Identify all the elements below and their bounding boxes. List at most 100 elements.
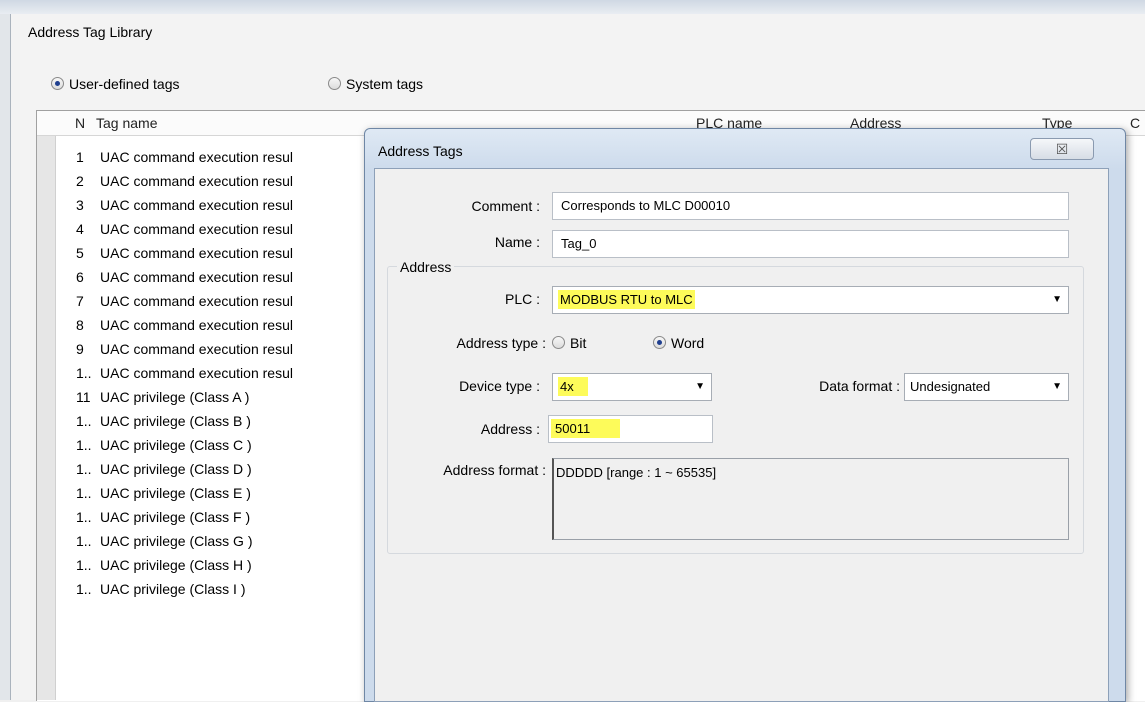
column-n[interactable]: N: [75, 115, 85, 131]
column-tag-name[interactable]: Tag name: [96, 115, 157, 131]
device-type-select[interactable]: 4x ▼: [552, 373, 712, 401]
row-number: 2: [76, 173, 84, 189]
address-type-word-radio[interactable]: Word: [653, 335, 704, 351]
chevron-down-icon: ▼: [695, 381, 705, 392]
system-tags-label: System tags: [346, 76, 424, 92]
table-row[interactable]: 1.. UAC privilege (Class I ): [55, 578, 375, 602]
row-number: 3: [76, 197, 84, 213]
plc-select[interactable]: MODBUS RTU to MLC ▼: [552, 286, 1069, 314]
row-number: 1..: [76, 557, 92, 573]
address-field[interactable]: 50011: [548, 415, 713, 443]
row-tag-name: UAC command execution resul: [100, 149, 293, 165]
chevron-down-icon: ▼: [1052, 294, 1062, 305]
row-number: 1..: [76, 437, 92, 453]
name-value: Tag_0: [561, 236, 597, 251]
close-icon: ☒: [1055, 141, 1069, 157]
window-title: Address Tag Library: [28, 24, 153, 40]
table-row[interactable]: 1 UAC command execution resul: [55, 146, 375, 170]
row-tag-name: UAC command execution resul: [100, 221, 293, 237]
device-type-label: Device type :: [459, 378, 540, 394]
address-value: 50011: [551, 419, 621, 438]
row-number: 1..: [76, 461, 92, 477]
word-label: Word: [671, 335, 705, 351]
row-number: 11: [76, 389, 91, 405]
data-format-value: Undesignated: [910, 379, 991, 394]
radio-selected-icon: [653, 336, 666, 349]
row-tag-name: UAC privilege (Class H ): [100, 557, 252, 573]
address-format-value: DDDDD [range : 1 ~ 65535]: [556, 465, 717, 480]
data-format-select[interactable]: Undesignated ▼: [904, 373, 1069, 401]
table-row[interactable]: 3 UAC command execution resul: [55, 194, 375, 218]
address-group-label: Address: [397, 259, 455, 275]
row-number: 9: [76, 341, 84, 357]
table-row[interactable]: 11 UAC privilege (Class A ): [55, 386, 375, 410]
row-number: 8: [76, 317, 84, 333]
close-button[interactable]: ☒: [1030, 138, 1094, 160]
table-row[interactable]: 1.. UAC privilege (Class C ): [55, 434, 375, 458]
table-row[interactable]: 8 UAC command execution resul: [55, 314, 375, 338]
table-row[interactable]: 1.. UAC privilege (Class D ): [55, 458, 375, 482]
address-label: Address :: [480, 421, 540, 437]
dialog-title: Address Tags: [378, 143, 463, 159]
row-tag-name: UAC command execution resul: [100, 317, 293, 333]
radio-unselected-icon: [328, 77, 341, 90]
chevron-down-icon: ▼: [1052, 381, 1062, 392]
row-tag-name: UAC privilege (Class C ): [100, 437, 252, 453]
table-row[interactable]: 1.. UAC privilege (Class B ): [55, 410, 375, 434]
row-number: 6: [76, 269, 84, 285]
user-defined-tags-radio[interactable]: User-defined tags: [51, 76, 180, 92]
table-row[interactable]: 1.. UAC privilege (Class H ): [55, 554, 375, 578]
row-tag-name: UAC privilege (Class F ): [100, 509, 251, 525]
row-tag-name: UAC command execution resul: [100, 245, 293, 261]
row-number: 7: [76, 293, 84, 309]
radio-selected-icon: [51, 77, 64, 90]
plc-value: MODBUS RTU to MLC: [558, 290, 695, 309]
system-tags-radio[interactable]: System tags: [328, 76, 423, 92]
row-tag-name: UAC command execution resul: [100, 269, 293, 285]
radio-unselected-icon: [552, 336, 565, 349]
table-row[interactable]: 1.. UAC privilege (Class G ): [55, 530, 375, 554]
plc-label: PLC :: [504, 291, 540, 307]
table-row[interactable]: 1.. UAC privilege (Class E ): [55, 482, 375, 506]
table-row[interactable]: 7 UAC command execution resul: [55, 290, 375, 314]
row-tag-name: UAC command execution resul: [100, 293, 293, 309]
row-tag-name: UAC privilege (Class G ): [100, 533, 253, 549]
address-format-label: Address format :: [443, 462, 546, 478]
row-tag-name: UAC privilege (Class E ): [100, 485, 251, 501]
row-number: 1..: [76, 413, 92, 429]
table-row[interactable]: 9 UAC command execution resul: [55, 338, 375, 362]
user-defined-tags-label: User-defined tags: [69, 76, 180, 92]
column-c[interactable]: C: [1130, 115, 1140, 131]
table-row[interactable]: 4 UAC command execution resul: [55, 218, 375, 242]
row-tag-name: UAC privilege (Class I ): [100, 581, 246, 597]
row-number: 1..: [76, 533, 92, 549]
background-window-strip: [0, 0, 1145, 14]
comment-label: Comment :: [471, 198, 540, 214]
row-number: 4: [76, 221, 84, 237]
row-tag-name: UAC command execution resul: [100, 173, 293, 189]
row-tag-name: UAC command execution resul: [100, 197, 293, 213]
row-tag-name: UAC command execution resul: [100, 365, 293, 381]
row-tag-name: UAC privilege (Class B ): [100, 413, 251, 429]
row-number: 1..: [76, 485, 92, 501]
table-row[interactable]: 2 UAC command execution resul: [55, 170, 375, 194]
row-tag-name: UAC privilege (Class D ): [100, 461, 252, 477]
table-row[interactable]: 1.. UAC command execution resul: [55, 362, 375, 386]
table-row[interactable]: 5 UAC command execution resul: [55, 242, 375, 266]
comment-field[interactable]: Corresponds to MLC D00010: [552, 192, 1069, 220]
name-field[interactable]: Tag_0: [552, 230, 1069, 258]
row-number: 1..: [76, 365, 92, 381]
address-format-box: DDDDD [range : 1 ~ 65535]: [552, 458, 1069, 540]
row-selector-column: [37, 136, 56, 700]
address-type-bit-radio[interactable]: Bit: [552, 335, 586, 351]
data-format-label: Data format :: [819, 378, 900, 394]
table-row[interactable]: 6 UAC command execution resul: [55, 266, 375, 290]
table-row[interactable]: 1.. UAC privilege (Class F ): [55, 506, 375, 530]
row-number: 1: [76, 149, 84, 165]
row-tag-name: UAC command execution resul: [100, 341, 293, 357]
bit-label: Bit: [570, 335, 587, 351]
comment-value: Corresponds to MLC D00010: [561, 198, 731, 213]
name-label: Name :: [494, 234, 540, 250]
row-tag-name: UAC privilege (Class A ): [100, 389, 250, 405]
row-number: 5: [76, 245, 84, 261]
